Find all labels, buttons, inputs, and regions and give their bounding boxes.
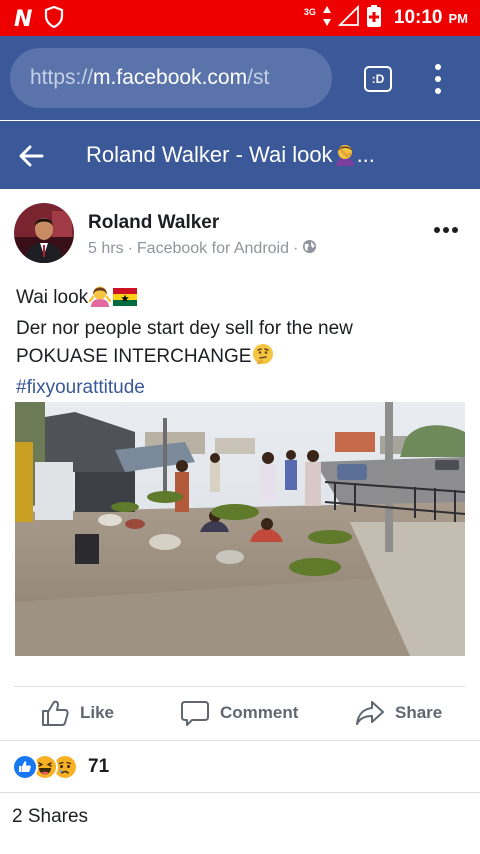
avatar[interactable] <box>14 203 74 263</box>
more-dot-icon <box>452 227 458 233</box>
back-button[interactable] <box>16 141 46 171</box>
like-reaction-icon <box>12 754 38 780</box>
back-arrow-icon <box>19 145 44 167</box>
share-arrow-icon <box>356 701 384 725</box>
post-text-line-3: POKUASE INTERCHANGE <box>16 342 466 374</box>
post-text-line-1: Wai look <box>16 283 466 315</box>
page-title-text: Roland Walker - Wai look <box>86 142 333 167</box>
globe-icon <box>302 239 317 259</box>
menu-dot-icon <box>435 64 441 70</box>
thinking-face-emoji-icon <box>251 342 275 374</box>
comment-label: Comment <box>220 703 299 722</box>
clock-ampm: PM <box>448 10 469 26</box>
post-time[interactable]: 5 hrs <box>88 240 124 258</box>
post-options-button[interactable] <box>434 227 458 233</box>
more-dot-icon <box>443 227 449 233</box>
url-bar[interactable]: https://m.facebook.com/st <box>10 48 332 108</box>
post-actions: Like Comment Share <box>0 687 480 739</box>
page-title: Roland Walker - Wai look... <box>86 141 375 173</box>
share-button[interactable]: Share <box>355 687 442 739</box>
post-header: Roland Walker 5 hrs · Facebook for Andro… <box>0 189 480 273</box>
meta-separator: · <box>127 240 133 257</box>
page-header: Roland Walker - Wai look... <box>0 121 480 189</box>
thumbs-up-icon <box>42 700 69 726</box>
post-author[interactable]: Roland Walker <box>88 212 219 234</box>
post-text-line-1-text: Wai look <box>16 287 89 308</box>
menu-dot-icon <box>435 76 441 82</box>
reactions-summary[interactable]: 71 <box>12 752 109 782</box>
like-label: Like <box>80 703 115 722</box>
browser-toolbar: https://m.facebook.com/st :D <box>0 36 480 120</box>
ghana-flag-icon <box>112 287 138 315</box>
hashtag-link[interactable]: #fixyourattitude <box>16 374 466 401</box>
post-photo[interactable] <box>15 402 465 656</box>
notification-n-icon: N <box>14 6 33 32</box>
post-text-line-3-text: POKUASE INTERCHANGE <box>16 346 252 367</box>
browser-menu-button[interactable] <box>426 64 450 94</box>
url-host: m.facebook.com <box>93 66 248 89</box>
signal-icon <box>337 4 360 32</box>
post-source: Facebook for Android <box>136 240 289 257</box>
data-arrows-icon <box>322 5 332 32</box>
shares-count[interactable]: 2 Shares <box>12 806 88 828</box>
post-text-line-2: Der nor people start dey sell for the ne… <box>16 318 353 339</box>
url-path: /st <box>247 66 270 89</box>
divider <box>0 792 480 793</box>
woman-shrugging-emoji-icon <box>88 283 112 315</box>
meta-separator: · <box>293 240 299 257</box>
url-scheme: https:// <box>30 66 94 89</box>
menu-dot-icon <box>435 88 441 94</box>
share-label: Share <box>395 703 443 722</box>
network-type: 3G <box>303 6 316 17</box>
battery-icon <box>366 4 382 33</box>
facepalm-emoji-icon <box>333 142 357 173</box>
tab-switcher-button[interactable]: :D <box>364 66 392 92</box>
like-button[interactable]: Like <box>40 687 114 739</box>
reaction-count: 71 <box>88 756 110 777</box>
more-dot-icon <box>434 227 440 233</box>
status-bar: N 3G 10:10 PM <box>0 0 480 36</box>
post-text: Wai look Der nor people start dey sell f… <box>16 283 466 401</box>
page-title-ellipsis: ... <box>356 142 375 167</box>
divider <box>0 740 480 741</box>
shield-icon <box>44 5 64 33</box>
clock-time: 10:10 <box>393 7 443 28</box>
comment-button[interactable]: Comment <box>180 687 298 739</box>
post-meta: 5 hrs · Facebook for Android · <box>88 239 317 259</box>
comment-bubble-icon <box>181 701 209 726</box>
tab-switcher-label: :D <box>371 72 385 86</box>
